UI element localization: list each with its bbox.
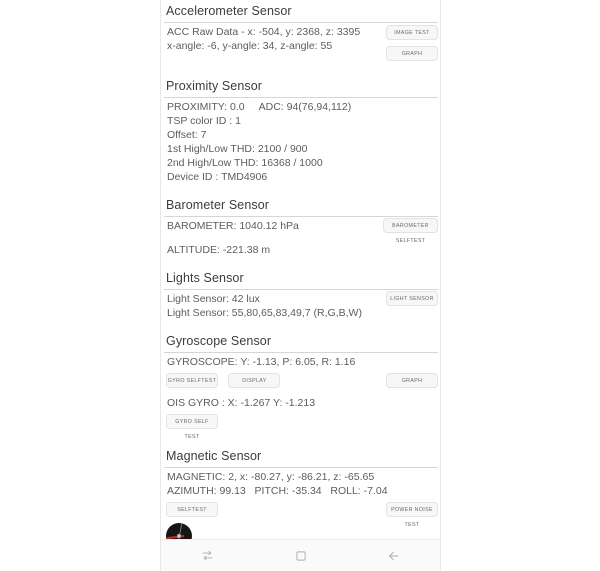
azimuth-pitch-roll-line: AZIMUTH: 99.13 PITCH: -35.34 ROLL: -7.04 bbox=[167, 485, 388, 497]
section-title-lights: Lights Sensor bbox=[166, 271, 244, 285]
proximity-adc-line: PROXIMITY: 0.0 ADC: 94(76,94,112) bbox=[167, 101, 352, 113]
section-title-proximity: Proximity Sensor bbox=[166, 79, 263, 93]
section-lights: Lights Sensor Light Sensor: 42 lux Light… bbox=[161, 267, 440, 322]
home-button[interactable] bbox=[254, 540, 347, 571]
android-navigation-bar bbox=[161, 539, 440, 571]
gyro-display-button[interactable]: DISPLAY bbox=[228, 373, 281, 388]
second-thd-line: 2nd High/Low THD: 16368 / 1000 bbox=[167, 157, 323, 169]
gyro-button-row-1: GYRO SELFTEST DISPLAY GRAPH bbox=[161, 373, 440, 392]
back-button[interactable] bbox=[347, 540, 440, 571]
image-test-button[interactable]: IMAGE TEST bbox=[386, 25, 438, 40]
tsp-color-id-line: TSP color ID : 1 bbox=[167, 115, 241, 127]
section-magnetic: Magnetic Sensor MAGNETIC: 2, x: -80.27, … bbox=[161, 445, 440, 540]
first-thd-line: 1st High/Low THD: 2100 / 900 bbox=[167, 143, 308, 155]
accelerometer-body: ACC Raw Data - x: -504, y: 2368, z: 3395… bbox=[161, 23, 440, 69]
power-noise-test-button[interactable]: POWER NOISE TEST bbox=[386, 502, 438, 528]
gyroscope-ypr-line: GYROSCOPE: Y: -1.13, P: 6.05, R: 1.16 bbox=[167, 356, 356, 368]
magnetic-selftest-button[interactable]: SELFTEST bbox=[166, 502, 218, 517]
section-accelerometer: Accelerometer Sensor ACC Raw Data - x: -… bbox=[161, 0, 440, 69]
proximity-body: PROXIMITY: 0.0 ADC: 94(76,94,112) TSP co… bbox=[161, 98, 440, 186]
section-title-barometer: Barometer Sensor bbox=[166, 198, 270, 212]
back-icon bbox=[387, 549, 401, 563]
recents-icon bbox=[201, 549, 214, 562]
section-proximity: Proximity Sensor PROXIMITY: 0.0 ADC: 94(… bbox=[161, 75, 440, 186]
light-rgbw-line: Light Sensor: 55,80,65,83,49,7 (R,G,B,W) bbox=[167, 307, 362, 319]
gyroscope-body: GYROSCOPE: Y: -1.13, P: 6.05, R: 1.16 GY… bbox=[161, 353, 440, 440]
section-title-gyroscope: Gyroscope Sensor bbox=[166, 334, 272, 348]
gyro-self-test-button[interactable]: GYRO SELF TEST bbox=[166, 414, 218, 440]
compass-widget bbox=[166, 523, 192, 540]
section-barometer: Barometer Sensor BAROMETER: 1040.12 hPa … bbox=[161, 194, 440, 259]
device-id-line: Device ID : TMD4906 bbox=[167, 171, 268, 183]
barometer-body: BAROMETER: 1040.12 hPa ALTITUDE: -221.38… bbox=[161, 217, 440, 259]
acc-graph-button[interactable]: GRAPH bbox=[386, 46, 438, 61]
lights-body: Light Sensor: 42 lux Light Sensor: 55,80… bbox=[161, 290, 440, 322]
sensor-test-app-panel: Accelerometer Sensor ACC Raw Data - x: -… bbox=[161, 0, 440, 571]
gyro-graph-button[interactable]: GRAPH bbox=[386, 373, 438, 388]
scrollable-content[interactable]: Accelerometer Sensor ACC Raw Data - x: -… bbox=[161, 0, 440, 540]
section-gyroscope: Gyroscope Sensor GYROSCOPE: Y: -1.13, P:… bbox=[161, 330, 440, 440]
home-icon bbox=[295, 550, 307, 562]
offset-line: Offset: 7 bbox=[167, 129, 207, 141]
gyro-selftest-button[interactable]: GYRO SELFTEST bbox=[166, 373, 218, 388]
ois-gyro-line: OIS GYRO : X: -1.267 Y: -1.213 bbox=[167, 397, 316, 409]
magnetic-body: MAGNETIC: 2, x: -80.27, y: -86.21, z: -6… bbox=[161, 468, 440, 540]
recents-button[interactable] bbox=[161, 540, 254, 571]
magnetic-button-row: SELFTEST POWER NOISE TEST bbox=[161, 502, 440, 528]
gyro-button-row-2: GYRO SELF TEST bbox=[161, 414, 440, 440]
compass-hub-icon bbox=[177, 534, 181, 538]
magnetic-xyz-line: MAGNETIC: 2, x: -80.27, y: -86.21, z: -6… bbox=[167, 471, 375, 483]
barometer-selftest-button[interactable]: BAROMETER SELFTEST bbox=[383, 218, 438, 244]
section-title-accelerometer: Accelerometer Sensor bbox=[166, 4, 292, 18]
section-title-magnetic: Magnetic Sensor bbox=[166, 449, 262, 463]
light-sensor-button[interactable]: LIGHT SENSOR bbox=[386, 291, 438, 306]
